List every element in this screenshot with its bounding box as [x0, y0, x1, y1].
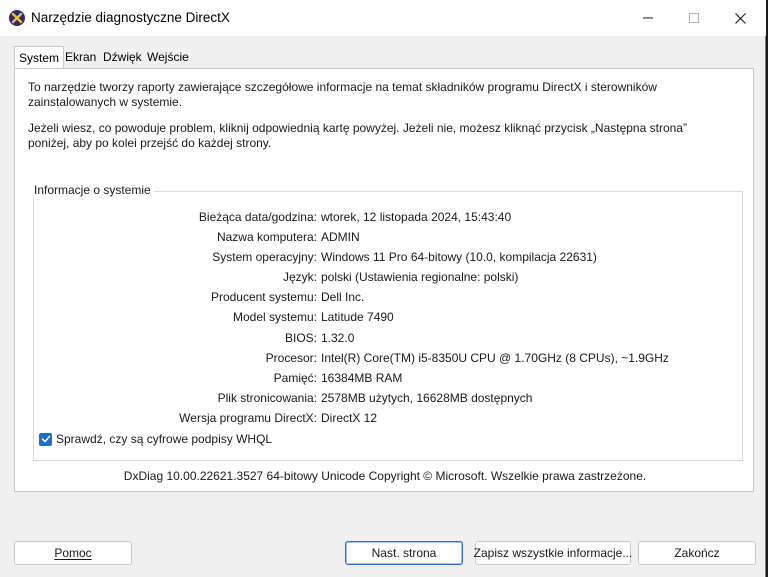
- info-row-datetime: Bieżąca data/godzina: wtorek, 12 listopa…: [34, 210, 754, 228]
- help-button[interactable]: Pomoc: [14, 541, 132, 565]
- tab-wejscie[interactable]: Wejście: [144, 48, 192, 67]
- tab-ekran[interactable]: Ekran: [62, 48, 99, 67]
- info-row-bios: BIOS: 1.32.0: [34, 331, 754, 349]
- window-title: Narzędzie diagnostyczne DirectX: [31, 10, 230, 25]
- next-page-button-label: Nast. strona: [371, 546, 437, 560]
- dxdiag-window: Narzędzie diagnostyczne DirectX System E…: [0, 0, 766, 577]
- whql-check-row[interactable]: Sprawdź, czy są cyfrowe podpisy WHQL: [39, 431, 272, 447]
- system-tab-panel: To narzędzie tworzy raporty zawierające …: [14, 68, 754, 492]
- info-row-processor: Procesor: Intel(R) Core(TM) i5-8350U CPU…: [34, 351, 754, 369]
- info-label: Procesor:: [265, 351, 317, 365]
- info-value: 16384MB RAM: [321, 371, 403, 385]
- whql-checkbox[interactable]: [39, 432, 52, 446]
- info-label: System operacyjny:: [212, 250, 317, 264]
- info-row-manufacturer: Producent systemu: Dell Inc.: [34, 290, 754, 308]
- close-button[interactable]: [717, 0, 763, 36]
- info-row-memory: Pamięć: 16384MB RAM: [34, 371, 754, 389]
- info-label: Pamięć:: [273, 371, 317, 385]
- help-button-label: Pomoc: [54, 546, 92, 560]
- info-value: wtorek, 12 listopada 2024, 15:43:40: [321, 210, 512, 224]
- next-page-button[interactable]: Nast. strona: [345, 541, 463, 565]
- info-label: Bieżąca data/godzina:: [198, 210, 317, 224]
- info-value: Windows 11 Pro 64-bitowy (10.0, kompilac…: [321, 250, 597, 264]
- maximize-icon: [689, 13, 699, 23]
- info-row-directx-version: Wersja programu DirectX: DirectX 12: [34, 411, 754, 429]
- exit-button[interactable]: Zakończ: [638, 541, 756, 565]
- info-value: 2578MB użytych, 16628MB dostępnych: [321, 391, 533, 405]
- tab-dzwiek[interactable]: Dźwięk: [100, 48, 145, 67]
- info-label: Producent systemu:: [210, 290, 317, 304]
- minimize-button[interactable]: [625, 0, 671, 36]
- exit-button-label: Zakończ: [674, 546, 720, 560]
- info-value: Dell Inc.: [321, 290, 365, 304]
- info-row-page-file: Plik stronicowania: 2578MB użytych, 1662…: [34, 391, 754, 409]
- directx-icon: [9, 10, 25, 26]
- info-label: BIOS:: [284, 331, 317, 345]
- version-copyright-text: DxDiag 10.00.22621.3527 64-bitowy Unicod…: [123, 469, 647, 483]
- info-value: ADMIN: [321, 230, 360, 244]
- info-row-computer-name: Nazwa komputera: ADMIN: [34, 230, 754, 248]
- info-label: Nazwa komputera:: [216, 230, 317, 244]
- whql-checkbox-label: Sprawdź, czy są cyfrowe podpisy WHQL: [56, 432, 273, 446]
- info-value: DirectX 12: [321, 411, 378, 425]
- save-all-info-button[interactable]: Zapisz wszystkie informacje...: [473, 541, 633, 565]
- info-row-model: Model systemu: Latitude 7490: [34, 310, 754, 328]
- info-label: Plik stronicowania:: [217, 391, 317, 405]
- intro-paragraph-1: To narzędzie tworzy raporty zawierające …: [28, 80, 657, 109]
- save-all-info-button-label: Zapisz wszystkie informacje...: [473, 546, 633, 560]
- title-bar[interactable]: Narzędzie diagnostyczne DirectX: [0, 0, 766, 36]
- checkmark-icon: [41, 435, 50, 443]
- info-value: Intel(R) Core(TM) i5-8350U CPU @ 1.70GHz…: [321, 351, 669, 365]
- info-label: Model systemu:: [232, 310, 317, 324]
- tab-system[interactable]: System: [14, 46, 65, 69]
- minimize-icon: [643, 17, 653, 19]
- group-title: Informacje o systemie: [31, 183, 154, 197]
- intro-paragraph-2: Jeżeli wiesz, co powoduje problem, klikn…: [28, 121, 687, 150]
- info-label: Wersja programu DirectX:: [179, 411, 317, 425]
- info-row-language: Język: polski (Ustawienia regionalne: po…: [34, 270, 754, 288]
- info-row-os: System operacyjny: Windows 11 Pro 64-bit…: [34, 250, 754, 268]
- info-value: 1.32.0: [321, 331, 355, 345]
- close-icon: [734, 12, 746, 24]
- info-value: Latitude 7490: [321, 310, 394, 324]
- info-label: Język:: [282, 270, 317, 284]
- system-info-group: Bieżąca data/godzina: wtorek, 12 listopa…: [33, 191, 743, 461]
- info-value: polski (Ustawienia regionalne: polski): [321, 270, 519, 284]
- maximize-button[interactable]: [671, 0, 717, 36]
